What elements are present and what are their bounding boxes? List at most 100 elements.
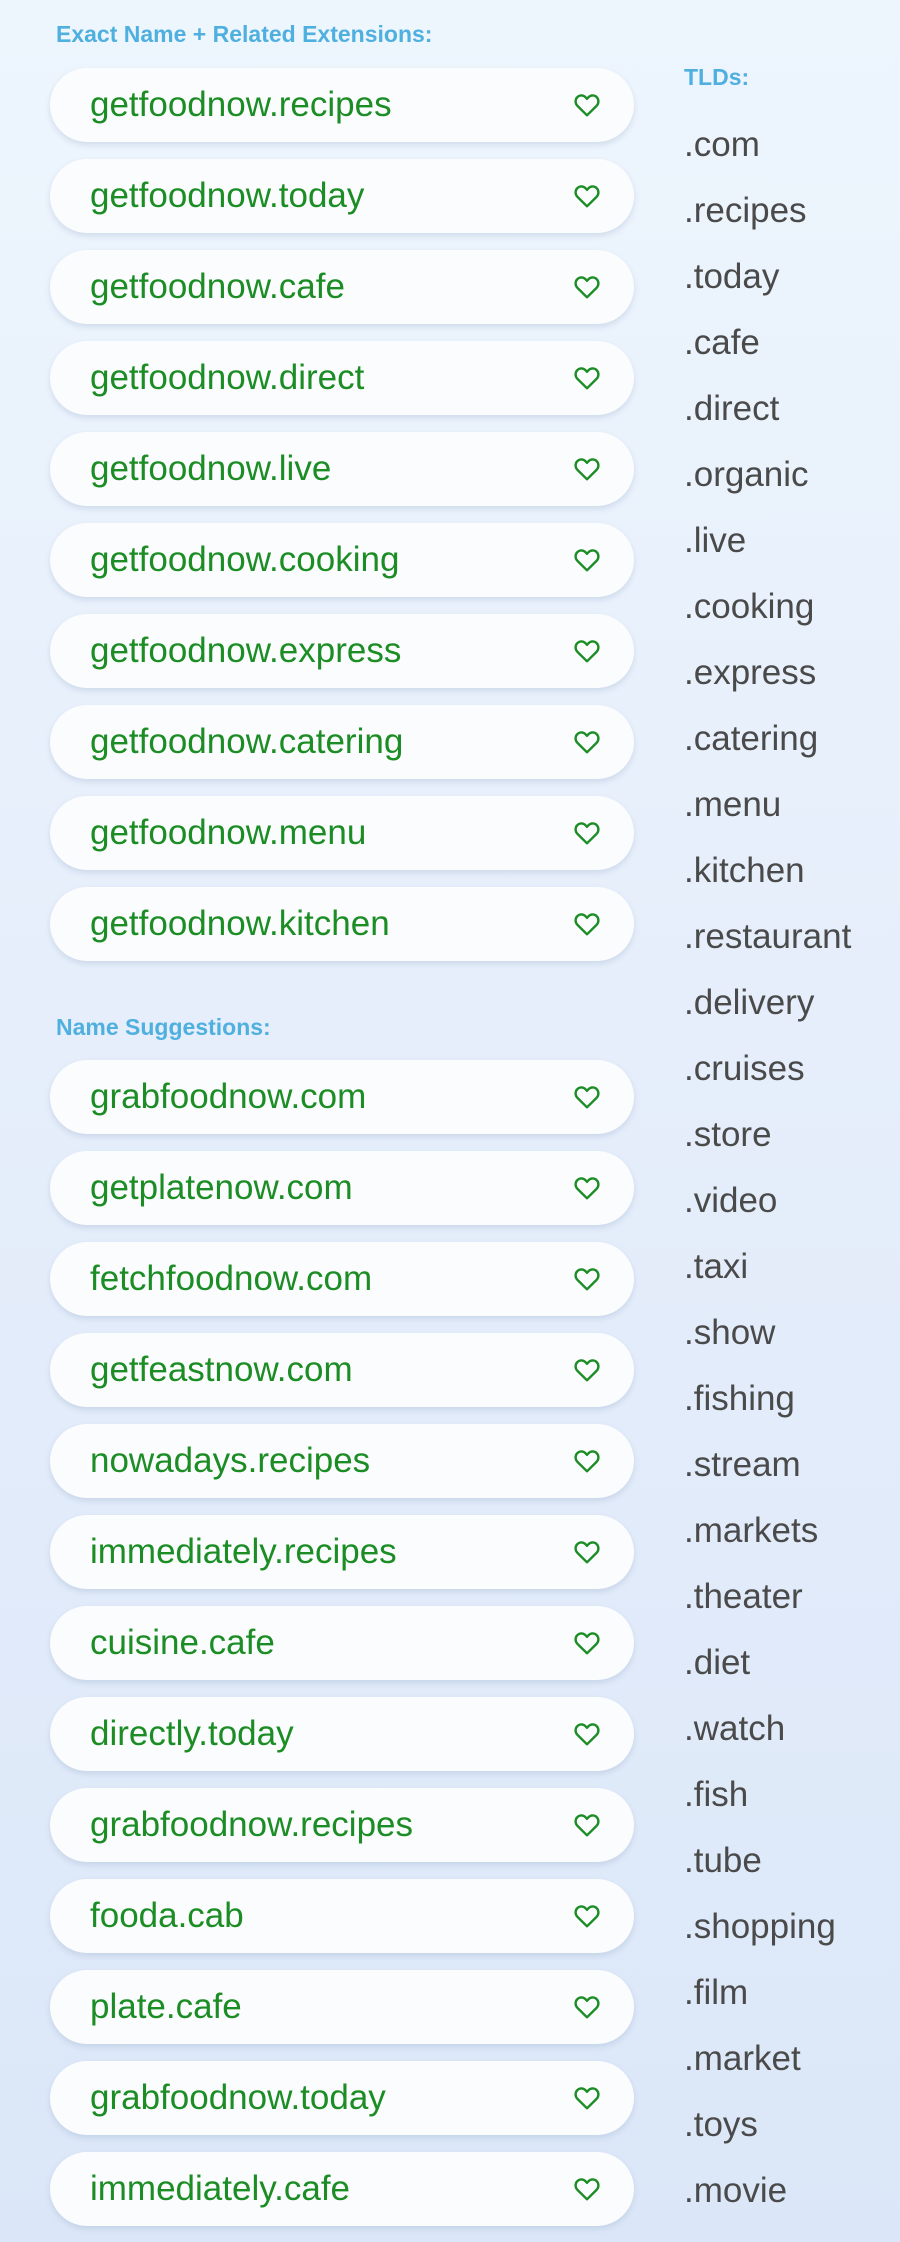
- tld-item[interactable]: .cruises: [684, 1047, 805, 1091]
- domain-name: getfoodnow.cafe: [90, 267, 345, 306]
- domain-row[interactable]: getfoodnow.recipes: [50, 68, 634, 142]
- heart-icon[interactable]: [574, 1449, 600, 1473]
- heart-icon[interactable]: [574, 2086, 600, 2110]
- tld-item[interactable]: .markets: [684, 1509, 818, 1553]
- tld-item[interactable]: .diet: [684, 1641, 750, 1685]
- heart-icon[interactable]: [574, 1631, 600, 1655]
- domain-row[interactable]: fetchfoodnow.com: [50, 1242, 634, 1316]
- tld-item[interactable]: .express: [684, 651, 816, 695]
- domain-row[interactable]: getfeastnow.com: [50, 1333, 634, 1407]
- domain-row[interactable]: getfoodnow.express: [50, 614, 634, 688]
- tld-item[interactable]: .today: [684, 255, 779, 299]
- tld-item[interactable]: .menu: [684, 783, 781, 827]
- tld-item[interactable]: .recipes: [684, 189, 807, 233]
- tld-item[interactable]: .tube: [684, 1839, 762, 1883]
- domain-row[interactable]: getfoodnow.direct: [50, 341, 634, 415]
- heart-icon[interactable]: [574, 1904, 600, 1928]
- domain-row[interactable]: getfoodnow.live: [50, 432, 634, 506]
- tld-item[interactable]: .fish: [684, 1773, 748, 1817]
- heart-icon[interactable]: [574, 1995, 600, 2019]
- tld-item[interactable]: .fishing: [684, 1377, 795, 1421]
- tld-item[interactable]: .organic: [684, 453, 809, 497]
- domain-name: getfoodnow.express: [90, 631, 402, 670]
- domain-row[interactable]: getfoodnow.catering: [50, 705, 634, 779]
- name-suggestions-heading: Name Suggestions:: [56, 1014, 271, 1040]
- domain-row[interactable]: plate.cafe: [50, 1970, 634, 2044]
- tld-item[interactable]: .store: [684, 1113, 772, 1157]
- domain-name: grabfoodnow.com: [90, 1077, 367, 1116]
- tld-item[interactable]: .direct: [684, 387, 779, 431]
- domain-name: getfoodnow.recipes: [90, 85, 392, 124]
- heart-icon[interactable]: [574, 457, 600, 481]
- domain-row[interactable]: grabfoodnow.today: [50, 2061, 634, 2135]
- domain-row[interactable]: immediately.recipes: [50, 1515, 634, 1589]
- domain-row[interactable]: directly.today: [50, 1697, 634, 1771]
- heart-icon[interactable]: [574, 93, 600, 117]
- domain-name: getfoodnow.menu: [90, 813, 367, 852]
- domain-name: grabfoodnow.recipes: [90, 1805, 413, 1844]
- tld-item[interactable]: .toys: [684, 2103, 758, 2147]
- heart-icon[interactable]: [574, 548, 600, 572]
- domain-row[interactable]: getfoodnow.kitchen: [50, 887, 634, 961]
- domain-row[interactable]: nowadays.recipes: [50, 1424, 634, 1498]
- tld-item[interactable]: .com: [684, 123, 760, 167]
- heart-icon[interactable]: [574, 1176, 600, 1200]
- tld-item[interactable]: .stream: [684, 1443, 801, 1487]
- tld-item[interactable]: .shopping: [684, 1905, 836, 1949]
- tld-item[interactable]: .market: [684, 2037, 801, 2081]
- heart-icon[interactable]: [574, 2177, 600, 2201]
- domain-name: nowadays.recipes: [90, 1441, 371, 1480]
- domain-row[interactable]: cuisine.cafe: [50, 1606, 634, 1680]
- domain-name: getfoodnow.direct: [90, 358, 365, 397]
- tld-item[interactable]: .delivery: [684, 981, 814, 1025]
- heart-icon[interactable]: [574, 275, 600, 299]
- domain-row[interactable]: fooda.cab: [50, 1879, 634, 1953]
- heart-icon[interactable]: [574, 1267, 600, 1291]
- domain-name: getfoodnow.today: [90, 176, 365, 215]
- domain-name: getfoodnow.catering: [90, 722, 404, 761]
- heart-icon[interactable]: [574, 1540, 600, 1564]
- domain-row[interactable]: grabfoodnow.com: [50, 1060, 634, 1134]
- heart-icon[interactable]: [574, 1085, 600, 1109]
- tld-item[interactable]: .live: [684, 519, 746, 563]
- domain-name: grabfoodnow.today: [90, 2078, 386, 2117]
- domain-name: getplatenow.com: [90, 1168, 353, 1207]
- domain-row[interactable]: getfoodnow.menu: [50, 796, 634, 870]
- heart-icon[interactable]: [574, 821, 600, 845]
- domain-name: directly.today: [90, 1714, 294, 1753]
- heart-icon[interactable]: [574, 639, 600, 663]
- domain-row[interactable]: getfoodnow.today: [50, 159, 634, 233]
- tld-item[interactable]: .cooking: [684, 585, 814, 629]
- heart-icon[interactable]: [574, 1813, 600, 1837]
- tld-item[interactable]: .taxi: [684, 1245, 748, 1289]
- tld-item[interactable]: .video: [684, 1179, 777, 1223]
- domain-row[interactable]: getplatenow.com: [50, 1151, 634, 1225]
- tld-item[interactable]: .film: [684, 1971, 748, 2015]
- tld-item[interactable]: .movie: [684, 2169, 787, 2213]
- domain-name: cuisine.cafe: [90, 1623, 275, 1662]
- tld-item[interactable]: .cafe: [684, 321, 760, 365]
- tld-item[interactable]: .catering: [684, 717, 818, 761]
- domain-name: getfoodnow.cooking: [90, 540, 400, 579]
- domain-row[interactable]: getfoodnow.cooking: [50, 523, 634, 597]
- domain-name: immediately.recipes: [90, 1532, 397, 1571]
- domain-row[interactable]: grabfoodnow.recipes: [50, 1788, 634, 1862]
- tld-item[interactable]: .theater: [684, 1575, 803, 1619]
- heart-icon[interactable]: [574, 912, 600, 936]
- exact-extensions-heading: Exact Name + Related Extensions:: [56, 21, 433, 47]
- domain-name: immediately.cafe: [90, 2169, 351, 2208]
- tld-item[interactable]: .kitchen: [684, 849, 805, 893]
- domain-name: fooda.cab: [90, 1896, 244, 1935]
- domain-name: fetchfoodnow.com: [90, 1259, 373, 1298]
- tld-item[interactable]: .restaurant: [684, 915, 851, 959]
- heart-icon[interactable]: [574, 1722, 600, 1746]
- heart-icon[interactable]: [574, 366, 600, 390]
- domain-name: getfeastnow.com: [90, 1350, 353, 1389]
- heart-icon[interactable]: [574, 730, 600, 754]
- heart-icon[interactable]: [574, 1358, 600, 1382]
- domain-row[interactable]: getfoodnow.cafe: [50, 250, 634, 324]
- tld-item[interactable]: .show: [684, 1311, 775, 1355]
- heart-icon[interactable]: [574, 184, 600, 208]
- tld-item[interactable]: .watch: [684, 1707, 785, 1751]
- domain-row[interactable]: immediately.cafe: [50, 2152, 634, 2226]
